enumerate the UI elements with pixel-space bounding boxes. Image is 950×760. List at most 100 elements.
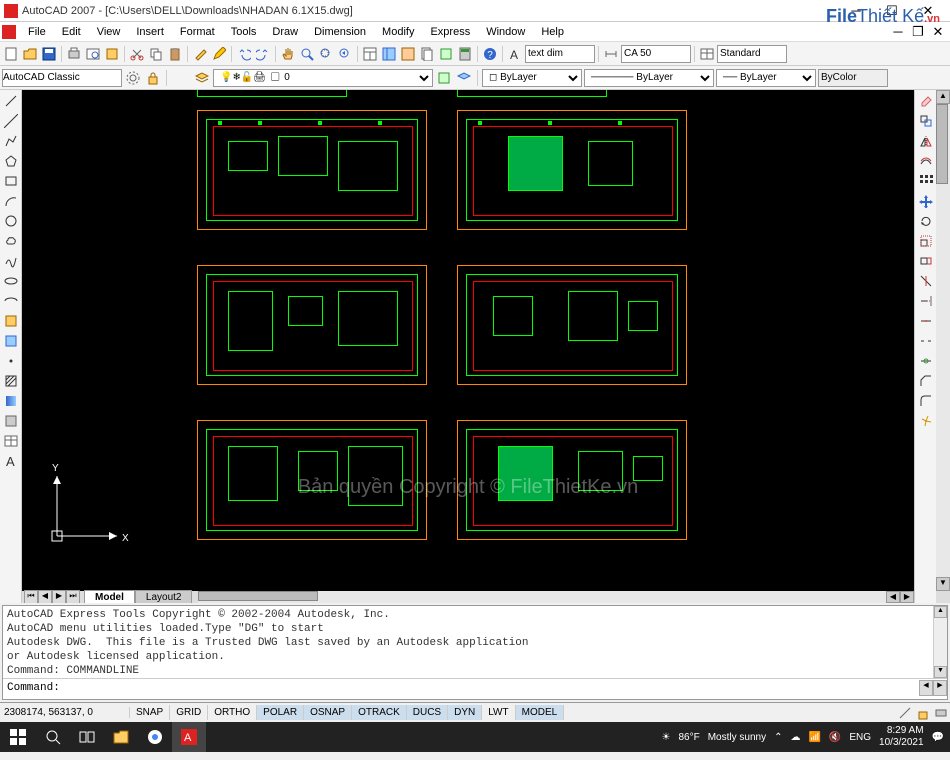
- status-model[interactable]: MODEL: [516, 705, 565, 720]
- command-scroll-left-button[interactable]: ◀: [919, 680, 933, 696]
- tray-chevron-icon[interactable]: ⌃: [774, 732, 782, 743]
- design-center-button[interactable]: [380, 45, 398, 63]
- menu-format[interactable]: Format: [172, 24, 223, 40]
- hscroll-left-button[interactable]: ◀: [886, 591, 900, 603]
- polyline-button[interactable]: [2, 132, 20, 150]
- properties-button[interactable]: [361, 45, 379, 63]
- layer-combo[interactable]: 💡❄🔓🖨 ◻ 0: [213, 69, 433, 87]
- plotstyle-combo[interactable]: [818, 69, 888, 87]
- start-button[interactable]: [0, 722, 36, 752]
- workspace-lock-button[interactable]: [144, 69, 162, 87]
- scale-button[interactable]: [917, 232, 935, 250]
- array-button[interactable]: [917, 172, 935, 190]
- arc-button[interactable]: [2, 192, 20, 210]
- status-annotate-icon[interactable]: [896, 704, 914, 722]
- line-button[interactable]: [2, 92, 20, 110]
- offset-button[interactable]: [917, 152, 935, 170]
- status-polar[interactable]: POLAR: [257, 705, 304, 720]
- mtext-button[interactable]: A: [2, 452, 20, 470]
- rectangle-button[interactable]: [2, 172, 20, 190]
- weather-icon[interactable]: ☀: [662, 732, 671, 743]
- zoom-previous-button[interactable]: [336, 45, 354, 63]
- command-scroll-up-button[interactable]: ▲: [934, 606, 947, 618]
- match-prop-button[interactable]: [191, 45, 209, 63]
- point-button[interactable]: [2, 352, 20, 370]
- taskbar-explorer[interactable]: [104, 722, 138, 752]
- mirror-button[interactable]: [917, 132, 935, 150]
- block-editor-button[interactable]: [210, 45, 228, 63]
- stretch-button[interactable]: [917, 252, 935, 270]
- model-tab[interactable]: Model: [84, 590, 135, 604]
- tab-prev-button[interactable]: ◀: [38, 590, 52, 603]
- tray-lang[interactable]: ENG: [849, 732, 871, 743]
- plot-preview-button[interactable]: [84, 45, 102, 63]
- ellipse-button[interactable]: [2, 272, 20, 290]
- zoom-window-button[interactable]: [317, 45, 335, 63]
- menu-dimension[interactable]: Dimension: [306, 24, 374, 40]
- status-osnap[interactable]: OSNAP: [304, 705, 352, 720]
- taskbar-search[interactable]: [36, 722, 70, 752]
- command-input[interactable]: [64, 682, 919, 694]
- help-button[interactable]: ?: [481, 45, 499, 63]
- revcloud-button[interactable]: [2, 232, 20, 250]
- region-button[interactable]: [2, 412, 20, 430]
- workspace-combo[interactable]: [2, 69, 122, 87]
- construction-line-button[interactable]: [2, 112, 20, 130]
- textstyle-combo[interactable]: [525, 45, 595, 63]
- extend-button[interactable]: [917, 292, 935, 310]
- break-at-point-button[interactable]: [917, 312, 935, 330]
- menu-draw[interactable]: Draw: [264, 24, 306, 40]
- status-tray-icon[interactable]: [932, 704, 950, 722]
- paste-button[interactable]: [166, 45, 184, 63]
- publish-button[interactable]: [103, 45, 121, 63]
- move-button[interactable]: [917, 192, 935, 210]
- break-button[interactable]: [917, 332, 935, 350]
- vscroll-up-button[interactable]: ▲: [936, 90, 950, 104]
- taskbar-clock[interactable]: 8:29 AM 10/3/2021: [879, 725, 924, 749]
- layout2-tab[interactable]: Layout2: [135, 590, 193, 604]
- hscroll-right-button[interactable]: ▶: [900, 591, 914, 603]
- markup-button[interactable]: [437, 45, 455, 63]
- zoom-realtime-button[interactable]: [298, 45, 316, 63]
- save-button[interactable]: [40, 45, 58, 63]
- status-ducs[interactable]: DUCS: [407, 705, 448, 720]
- polygon-button[interactable]: [2, 152, 20, 170]
- layer-previous-button[interactable]: [455, 69, 473, 87]
- tray-volume-icon[interactable]: 🔇: [829, 732, 841, 743]
- menu-file[interactable]: File: [20, 24, 54, 40]
- rotate-button[interactable]: [917, 212, 935, 230]
- status-otrack[interactable]: OTRACK: [352, 705, 407, 720]
- make-block-button[interactable]: [2, 332, 20, 350]
- copy-button[interactable]: [147, 45, 165, 63]
- menu-edit[interactable]: Edit: [54, 24, 89, 40]
- weather-temp[interactable]: 86°F: [678, 732, 699, 743]
- redo-button[interactable]: [254, 45, 272, 63]
- circle-button[interactable]: [2, 212, 20, 230]
- undo-button[interactable]: [235, 45, 253, 63]
- tab-next-button[interactable]: ▶: [52, 590, 66, 603]
- tray-wifi-icon[interactable]: 📶: [808, 732, 820, 743]
- menu-window[interactable]: Window: [478, 24, 533, 40]
- status-lwt[interactable]: LWT: [482, 705, 515, 720]
- tablestyle-icon-button[interactable]: [698, 45, 716, 63]
- plot-button[interactable]: [65, 45, 83, 63]
- fillet-button[interactable]: [917, 392, 935, 410]
- dimstyle-icon-button[interactable]: [602, 45, 620, 63]
- menu-view[interactable]: View: [89, 24, 129, 40]
- workspace-settings-button[interactable]: [124, 69, 142, 87]
- menu-insert[interactable]: Insert: [128, 24, 172, 40]
- insert-block-button[interactable]: [2, 312, 20, 330]
- copy-objects-button[interactable]: [917, 112, 935, 130]
- hatch-button[interactable]: [2, 372, 20, 390]
- status-grid[interactable]: GRID: [170, 705, 208, 720]
- quickcalc-button[interactable]: [456, 45, 474, 63]
- chamfer-button[interactable]: [917, 372, 935, 390]
- tool-palettes-button[interactable]: [399, 45, 417, 63]
- spline-button[interactable]: [2, 252, 20, 270]
- drawing-canvas[interactable]: Y X Bản quyền Copyright © FileThietKe.vn: [22, 90, 914, 591]
- menu-express[interactable]: Express: [422, 24, 478, 40]
- tray-notifications-icon[interactable]: 💬: [932, 732, 944, 743]
- menu-tools[interactable]: Tools: [223, 24, 265, 40]
- status-snap[interactable]: SNAP: [130, 705, 170, 720]
- layer-states-button[interactable]: [435, 69, 453, 87]
